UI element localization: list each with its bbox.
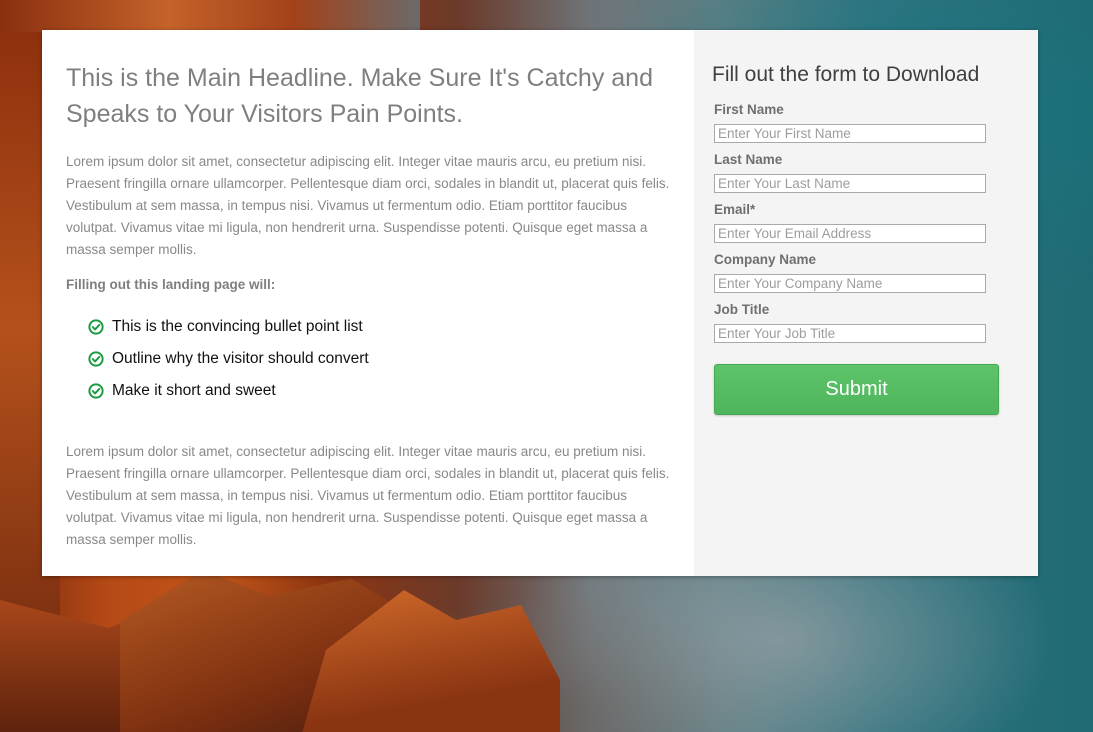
last-name-field: Last Name xyxy=(714,152,1018,193)
bullet-text: This is the convincing bullet point list xyxy=(112,318,363,335)
background-rock xyxy=(0,0,420,32)
form-title: Fill out the form to Download xyxy=(712,63,980,86)
job-title-input[interactable] xyxy=(714,324,986,343)
landing-page-panel: This is the Main Headline. Make Sure It'… xyxy=(42,30,1038,576)
background-rock xyxy=(120,570,450,732)
benefits-list: This is the convincing bullet point list… xyxy=(66,311,670,407)
intro-paragraph: Lorem ipsum dolor sit amet, consectetur … xyxy=(66,154,670,257)
first-name-input[interactable] xyxy=(714,124,986,143)
company-name-field: Company Name xyxy=(714,252,1018,293)
main-headline: This is the Main Headline. Make Sure It'… xyxy=(66,64,653,128)
bullet-item: Make it short and sweet xyxy=(88,375,670,407)
bullet-item: This is the convincing bullet point list xyxy=(88,311,670,343)
job-title-label: Job Title xyxy=(714,302,770,317)
company-name-input[interactable] xyxy=(714,274,986,293)
company-name-label: Company Name xyxy=(714,252,817,267)
background-rock xyxy=(300,590,560,732)
bullet-text: Make it short and sweet xyxy=(112,382,276,399)
email-label: Email* xyxy=(714,202,756,217)
last-name-label: Last Name xyxy=(714,152,783,167)
benefits-subheading: Filling out this landing page will: xyxy=(66,277,276,292)
check-circle-icon xyxy=(88,351,104,367)
first-name-label: First Name xyxy=(714,102,784,117)
check-circle-icon xyxy=(88,319,104,335)
background-rock xyxy=(0,600,180,732)
download-form: Fill out the form to Download First Name… xyxy=(694,30,1038,576)
closing-paragraph: Lorem ipsum dolor sit amet, consectetur … xyxy=(66,444,670,547)
first-name-field: First Name xyxy=(714,102,1018,143)
submit-button[interactable]: Submit xyxy=(714,364,999,415)
email-input[interactable] xyxy=(714,224,986,243)
check-circle-icon xyxy=(88,383,104,399)
content-column: This is the Main Headline. Make Sure It'… xyxy=(42,30,694,576)
last-name-input[interactable] xyxy=(714,174,986,193)
bullet-item: Outline why the visitor should convert xyxy=(88,343,670,375)
bullet-text: Outline why the visitor should convert xyxy=(112,350,369,367)
job-title-field: Job Title xyxy=(714,302,1018,343)
email-field: Email* xyxy=(714,202,1018,243)
